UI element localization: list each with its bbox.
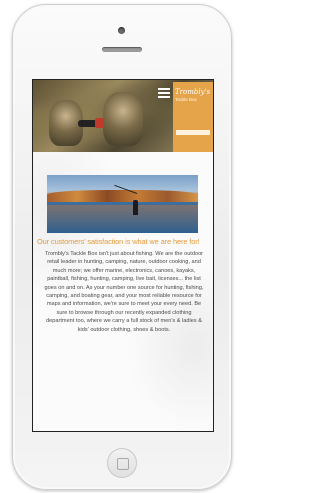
logo-title: Trombly's (175, 88, 211, 96)
home-square-icon (117, 458, 129, 470)
front-camera (118, 27, 125, 34)
angler-image (133, 200, 138, 215)
search-input[interactable] (176, 130, 210, 135)
site-header: Trombly's Tackle Box (33, 80, 213, 152)
home-button[interactable] (107, 448, 137, 478)
main-content: Our customers' satisfaction is what we a… (33, 152, 213, 431)
phone-frame: Trombly's Tackle Box Our customers' sati… (12, 4, 232, 490)
hamburger-menu-icon[interactable] (158, 88, 170, 98)
page-headline: Our customers' satisfaction is what we a… (37, 237, 200, 246)
fishing-photo (47, 175, 198, 233)
earpiece-speaker (102, 47, 142, 52)
site-logo[interactable]: Trombly's Tackle Box (173, 82, 213, 152)
about-paragraph: Trombly's Tackle Box isn't just about fi… (44, 251, 204, 333)
lake-reflection-image (47, 205, 198, 233)
hunter-image-right (103, 92, 143, 146)
scope-cap-image (95, 118, 104, 128)
autumn-trees-image (47, 190, 198, 202)
logo-subtitle: Tackle Box (175, 97, 197, 102)
phone-screen: Trombly's Tackle Box Our customers' sati… (32, 79, 214, 432)
